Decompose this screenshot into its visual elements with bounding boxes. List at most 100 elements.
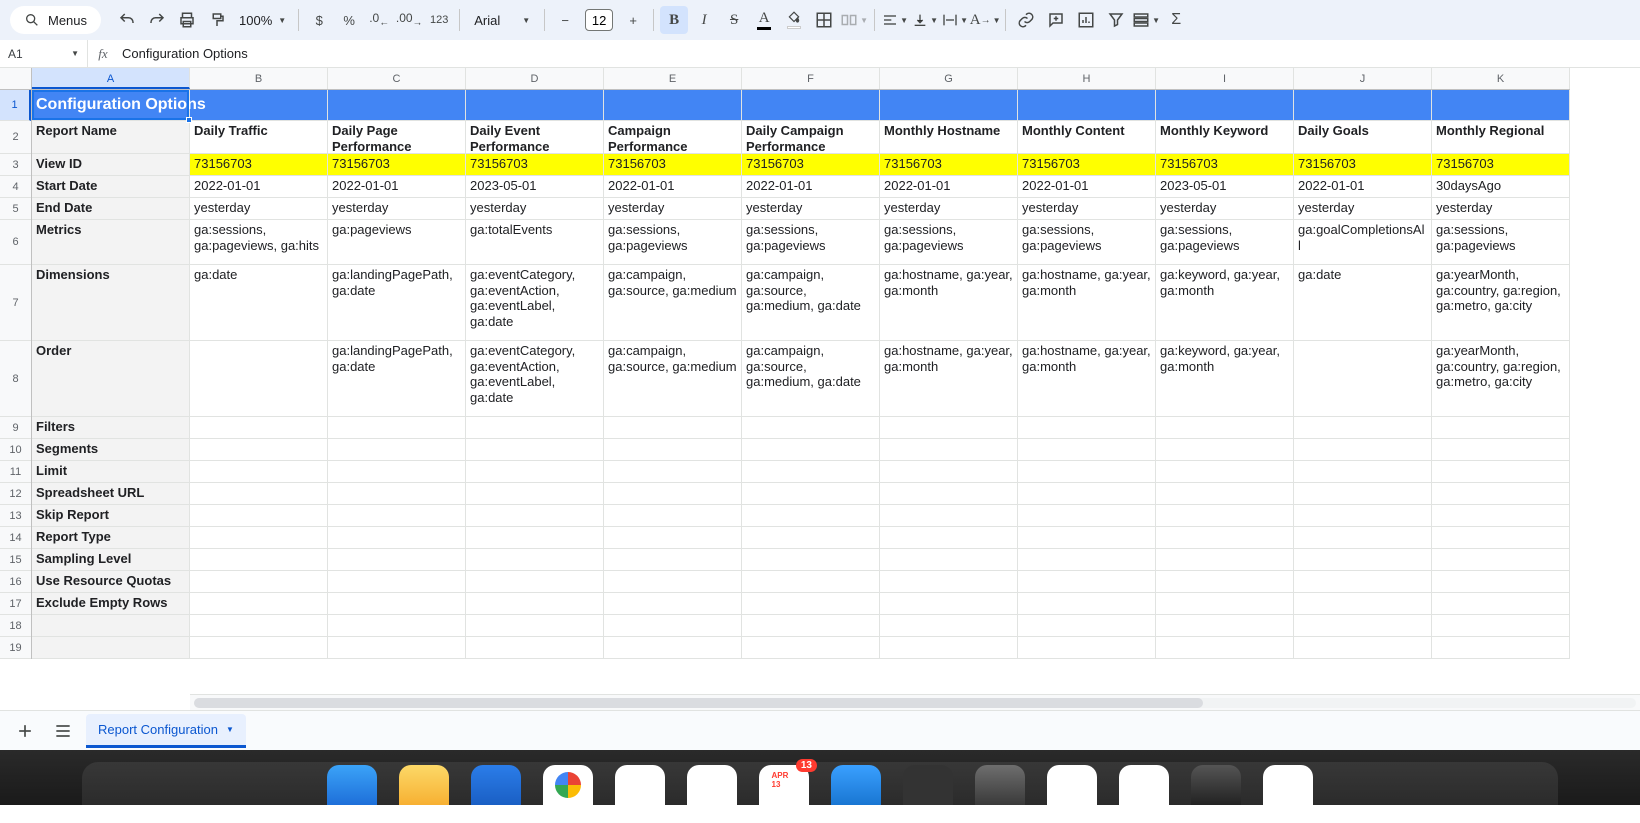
cell[interactable]: [190, 615, 328, 637]
cell[interactable]: [1432, 637, 1570, 659]
cell[interactable]: ga:eventCategory, ga:eventAction, ga:eve…: [466, 341, 604, 417]
dock-app-icon[interactable]: [903, 765, 953, 805]
column-header[interactable]: C: [328, 68, 466, 89]
cell[interactable]: [604, 549, 742, 571]
cell[interactable]: [328, 90, 466, 121]
cell[interactable]: Monthly Regional: [1432, 121, 1570, 154]
cell[interactable]: [32, 637, 190, 659]
column-header[interactable]: A: [32, 68, 190, 89]
cell[interactable]: yesterday: [1432, 198, 1570, 220]
cell[interactable]: [1294, 637, 1432, 659]
insert-link-button[interactable]: [1012, 6, 1040, 34]
cell[interactable]: [1294, 417, 1432, 439]
cell[interactable]: [466, 637, 604, 659]
cell[interactable]: [328, 417, 466, 439]
row-header[interactable]: 17: [0, 593, 31, 615]
horizontal-scrollbar[interactable]: [190, 694, 1640, 710]
cell[interactable]: ga:date: [190, 265, 328, 341]
cell[interactable]: ga:sessions, ga:pageviews: [604, 220, 742, 265]
row-header[interactable]: 7: [0, 265, 31, 341]
column-header[interactable]: F: [742, 68, 880, 89]
dock-app-icon[interactable]: [1263, 765, 1313, 805]
cell[interactable]: [1294, 549, 1432, 571]
cell[interactable]: 73156703: [190, 154, 328, 176]
borders-button[interactable]: [810, 6, 838, 34]
cell[interactable]: [328, 593, 466, 615]
cell[interactable]: [1294, 483, 1432, 505]
cell[interactable]: [1294, 439, 1432, 461]
cell[interactable]: [328, 483, 466, 505]
row-header[interactable]: 12: [0, 483, 31, 505]
cell[interactable]: [1294, 593, 1432, 615]
dock-app-icon[interactable]: [399, 765, 449, 805]
cell[interactable]: [1432, 615, 1570, 637]
cell[interactable]: Filters: [32, 417, 190, 439]
cell[interactable]: 73156703: [1018, 154, 1156, 176]
dock-calendar-icon[interactable]: APR 1313: [759, 765, 809, 805]
cell[interactable]: [1156, 527, 1294, 549]
cell[interactable]: [190, 527, 328, 549]
cell[interactable]: [466, 90, 604, 121]
text-color-button[interactable]: A: [750, 6, 778, 34]
cell[interactable]: [1432, 593, 1570, 615]
cell[interactable]: ga:campaign, ga:source, ga:medium, ga:da…: [742, 265, 880, 341]
merge-cells-button[interactable]: ▼: [840, 6, 868, 34]
cell[interactable]: [1018, 637, 1156, 659]
filter-button[interactable]: [1102, 6, 1130, 34]
insert-comment-button[interactable]: [1042, 6, 1070, 34]
cell[interactable]: ga:sessions, ga:pageviews: [1432, 220, 1570, 265]
functions-button[interactable]: Σ: [1162, 6, 1190, 34]
cell[interactable]: [604, 461, 742, 483]
cell[interactable]: [466, 593, 604, 615]
font-size-input[interactable]: [585, 9, 613, 31]
cell[interactable]: [604, 417, 742, 439]
cell[interactable]: [1156, 439, 1294, 461]
cell[interactable]: [742, 505, 880, 527]
dock-app-icon[interactable]: [975, 765, 1025, 805]
cell[interactable]: [1432, 461, 1570, 483]
cell[interactable]: yesterday: [190, 198, 328, 220]
cell[interactable]: [1156, 483, 1294, 505]
cell[interactable]: Daily Goals: [1294, 121, 1432, 154]
percent-button[interactable]: %: [335, 6, 363, 34]
cell[interactable]: [328, 549, 466, 571]
fill-color-button[interactable]: [780, 6, 808, 34]
paint-format-button[interactable]: [203, 6, 231, 34]
cell[interactable]: [1018, 549, 1156, 571]
cell[interactable]: [1156, 549, 1294, 571]
cell[interactable]: [466, 483, 604, 505]
cell[interactable]: Configuration Options: [32, 90, 190, 121]
cell[interactable]: [1018, 615, 1156, 637]
undo-button[interactable]: [113, 6, 141, 34]
cell[interactable]: Segments: [32, 439, 190, 461]
cell[interactable]: ga:campaign, ga:source, ga:medium, ga:da…: [742, 341, 880, 417]
cell[interactable]: [1432, 505, 1570, 527]
strikethrough-button[interactable]: S: [720, 6, 748, 34]
cell[interactable]: ga:landingPagePath, ga:date: [328, 265, 466, 341]
cell[interactable]: ga:yearMonth, ga:country, ga:region, ga:…: [1432, 341, 1570, 417]
dock-app-icon[interactable]: [687, 765, 737, 805]
cell[interactable]: 2022-01-01: [880, 176, 1018, 198]
row-header[interactable]: 18: [0, 615, 31, 637]
italic-button[interactable]: I: [690, 6, 718, 34]
cell[interactable]: 2022-01-01: [1294, 176, 1432, 198]
column-header[interactable]: B: [190, 68, 328, 89]
cell[interactable]: ga:goalCompletionsAll: [1294, 220, 1432, 265]
cell[interactable]: [466, 549, 604, 571]
cell[interactable]: yesterday: [742, 198, 880, 220]
text-rotation-button[interactable]: A→▼: [971, 6, 999, 34]
cell[interactable]: [604, 90, 742, 121]
row-header[interactable]: 8: [0, 341, 31, 417]
increase-font-button[interactable]: +: [619, 6, 647, 34]
cell[interactable]: ga:date: [1294, 265, 1432, 341]
cell[interactable]: ga:hostname, ga:year, ga:month: [880, 265, 1018, 341]
insert-chart-button[interactable]: [1072, 6, 1100, 34]
cell[interactable]: [604, 637, 742, 659]
cell[interactable]: [466, 461, 604, 483]
cell[interactable]: [880, 461, 1018, 483]
cell[interactable]: 30daysAgo: [1432, 176, 1570, 198]
cell[interactable]: [1432, 90, 1570, 121]
cell[interactable]: [328, 505, 466, 527]
row-header[interactable]: 9: [0, 417, 31, 439]
cell[interactable]: [1432, 549, 1570, 571]
